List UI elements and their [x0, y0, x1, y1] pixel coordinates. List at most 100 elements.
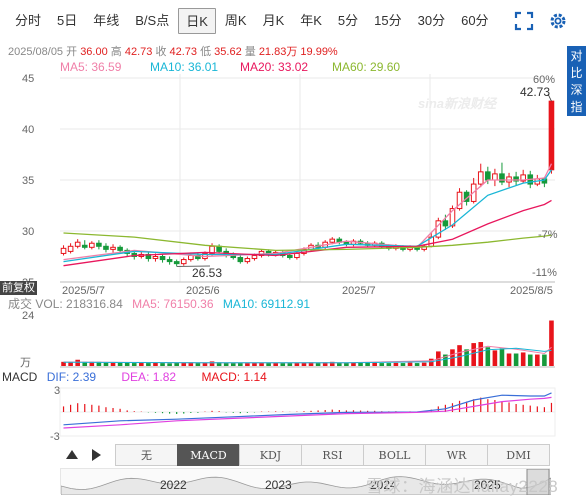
candle-down	[159, 256, 166, 261]
candle-up	[244, 258, 251, 263]
indicator-wr[interactable]: WR	[425, 444, 488, 466]
indicator-macd[interactable]: MACD	[177, 444, 240, 466]
volume-bar	[110, 362, 116, 366]
volume-bar	[421, 362, 427, 366]
price-axis-label: 40	[22, 124, 34, 136]
tab-yearly-k[interactable]: 年K	[293, 8, 329, 34]
volume-bar	[471, 343, 476, 366]
indicator-rsi[interactable]: RSI	[301, 444, 364, 466]
volume-bar	[428, 358, 434, 366]
candle-up	[477, 171, 484, 185]
macd-axis-top: 3	[54, 385, 60, 397]
compare-index-button[interactable]: 对比深指	[567, 46, 586, 116]
volume-bar	[75, 359, 80, 366]
kline-chart: 454035302560%-7%-11%2025/5/72025/62025/7…	[20, 73, 558, 443]
volume-bar	[478, 342, 484, 366]
candle-down	[485, 171, 491, 181]
candle-down	[499, 173, 505, 183]
volume-bar	[372, 362, 377, 366]
indicator-dmi[interactable]: DMI	[487, 444, 550, 466]
info-date: 2025/08/05	[8, 46, 64, 58]
volume-bar	[414, 363, 420, 366]
candle-up	[180, 259, 187, 265]
indicator-tabs: 无 MACD KDJ RSI BOLL WR DMI	[115, 444, 550, 466]
indicator-kdj[interactable]: KDJ	[239, 444, 302, 466]
volume-bar	[457, 345, 462, 366]
volume-bar	[492, 350, 498, 366]
ohlc-info: 2025/08/05 开 36.00 高 42.73 收 42.73 低 35.…	[8, 43, 338, 59]
tab-5min[interactable]: 5分	[331, 8, 365, 34]
volume-bar	[252, 362, 257, 366]
macd-legend: MACD DIF: 2.39 DEA: 1.82 MACD: 1.14	[2, 370, 267, 384]
macd-axis-bottom: -3	[50, 431, 60, 443]
macd-dif: DIF: 2.39	[46, 370, 97, 384]
volume-bar	[117, 362, 123, 366]
volume-bar	[499, 348, 505, 366]
period-tab-bar: 分时 5日 年线 B/S点 日K 周K 月K 年K 5分 15分 30分 60分	[0, 0, 586, 42]
volume-bar	[103, 362, 109, 366]
info-high-label: 高	[110, 46, 122, 58]
fuquan-label[interactable]: 前复权	[0, 281, 37, 295]
info-close-label: 收	[155, 46, 167, 58]
volume-bar	[344, 362, 349, 366]
volume-bar	[238, 362, 243, 366]
low-annotation: 26.53	[192, 266, 222, 280]
tab-60min[interactable]: 60分	[454, 8, 495, 34]
info-low-label: 低	[200, 46, 212, 58]
tab-bs-point[interactable]: B/S点	[128, 8, 176, 34]
volume-bar	[379, 363, 385, 366]
info-vol: 21.83万	[258, 46, 298, 58]
tab-yearline[interactable]: 年线	[86, 8, 126, 34]
tab-daily-k[interactable]: 日K	[178, 8, 216, 34]
volume-bar	[520, 352, 526, 366]
volume-bar	[209, 361, 215, 366]
volume-bar	[273, 362, 278, 366]
dea-line	[63, 396, 552, 429]
indicator-boll[interactable]: BOLL	[363, 444, 426, 466]
volume-bar	[549, 320, 554, 366]
tab-15min[interactable]: 15分	[367, 8, 408, 34]
volume-bar	[230, 363, 236, 366]
candle-up	[188, 254, 194, 261]
info-open: 36.00	[80, 46, 108, 58]
candle-up	[251, 254, 258, 260]
ma-line-ma20	[63, 199, 552, 267]
expand-icon[interactable]	[514, 11, 534, 31]
candle-up	[329, 238, 336, 243]
candle-up	[110, 246, 116, 250]
volume-bar	[287, 363, 293, 366]
volume-ma10: MA10: 69112.91	[222, 297, 311, 311]
date-axis-label: 2025/8/5	[510, 285, 553, 297]
volume-bar	[407, 362, 413, 366]
tab-weekly-k[interactable]: 周K	[218, 8, 254, 34]
volume-bar	[160, 363, 165, 366]
volume-bar	[365, 362, 370, 366]
pct-axis-label: -7%	[538, 229, 558, 241]
tab-fenshi[interactable]: 分时	[8, 8, 48, 34]
volume-bar	[393, 362, 399, 366]
candle-up	[74, 241, 81, 247]
tab-5day[interactable]: 5日	[50, 8, 84, 34]
volume-bar	[294, 362, 300, 366]
info-change: 19.99%	[300, 46, 338, 58]
tab-30min[interactable]: 30分	[411, 8, 452, 34]
info-close: 42.73	[169, 46, 198, 58]
macd-title: MACD	[2, 370, 38, 384]
indicator-none[interactable]: 无	[115, 444, 178, 466]
volume-bar	[167, 363, 172, 366]
volume-ma5-line	[63, 345, 552, 364]
triangle-up-icon[interactable]	[63, 446, 81, 464]
tab-monthly-k[interactable]: 月K	[256, 8, 292, 34]
settings-icon[interactable]	[548, 11, 568, 31]
candle-up	[60, 247, 67, 254]
candle-down	[96, 242, 102, 247]
volume-axis-unit: 万	[20, 357, 31, 369]
triangle-right-icon[interactable]	[87, 446, 105, 464]
volume-bar	[181, 362, 187, 366]
macd-value: MACD: 1.14	[201, 370, 267, 384]
info-vol-label: 量	[244, 46, 256, 58]
volume-bar	[153, 362, 158, 366]
volume-bar	[542, 354, 547, 366]
price-axis-label: 45	[22, 73, 34, 85]
candle-down	[287, 254, 293, 259]
